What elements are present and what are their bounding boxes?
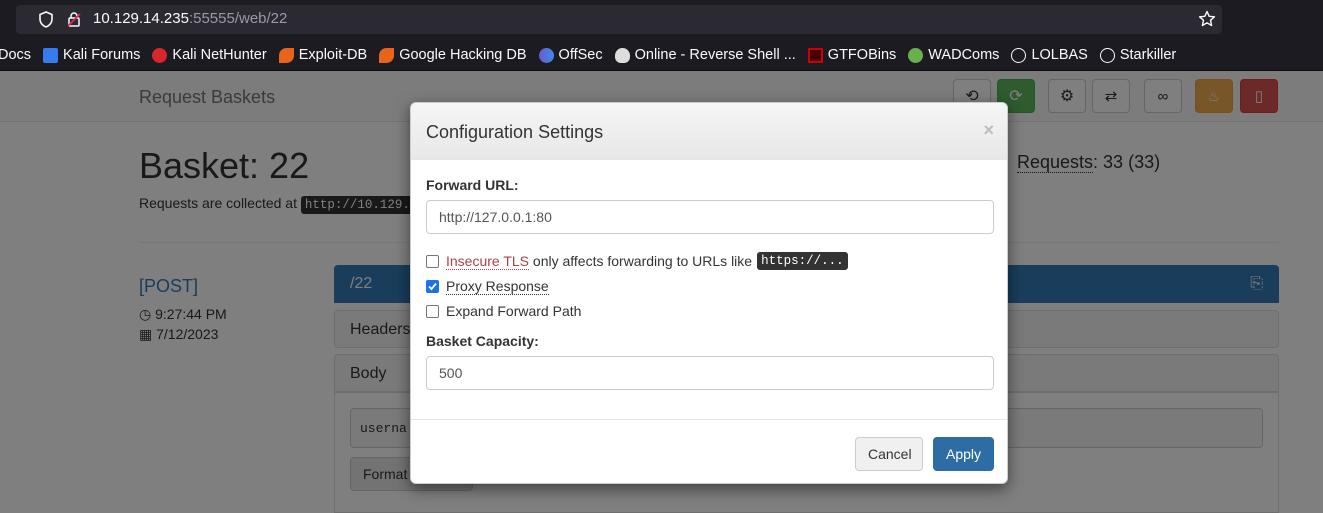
bookmark-label: Starkiller bbox=[1119, 47, 1177, 63]
bookmark-kali-nethunter[interactable]: Kali NetHunter bbox=[152, 47, 267, 63]
bookmark-label: WADComs bbox=[928, 47, 1000, 63]
checkmark-icon bbox=[428, 282, 437, 291]
globe-icon bbox=[1099, 47, 1115, 63]
insecure-tls-desc: only affects forwarding to URLs like bbox=[532, 253, 753, 269]
bookmark-label: Google Hacking DB bbox=[399, 47, 527, 63]
capacity-label: Basket Capacity: bbox=[426, 333, 539, 349]
expand-path-row: Expand Forward Path bbox=[426, 303, 581, 319]
expand-path-label[interactable]: Expand Forward Path bbox=[446, 303, 581, 319]
kali-forums-icon bbox=[43, 47, 59, 63]
bookmark-star-icon[interactable] bbox=[1198, 10, 1216, 28]
offsec-icon bbox=[538, 47, 554, 63]
apply-button[interactable]: Apply bbox=[933, 437, 994, 471]
url-path: :55555/web/22 bbox=[188, 10, 288, 27]
proxy-response-checkbox[interactable] bbox=[426, 280, 439, 293]
bookmark-label: Kali NetHunter bbox=[172, 47, 267, 63]
insecure-tls-row: Insecure TLS only affects forwarding to … bbox=[426, 252, 848, 270]
url-text[interactable]: 10.129.14.235:55555/web/22 bbox=[93, 10, 287, 27]
globe-icon bbox=[1011, 47, 1027, 63]
exploit-db-icon bbox=[278, 47, 294, 63]
bookmark-label: Exploit-DB bbox=[298, 47, 368, 63]
bookmark-kali-forums[interactable]: Kali Forums bbox=[43, 47, 140, 63]
bookmark-lolbas[interactable]: LOLBAS bbox=[1011, 47, 1088, 63]
forward-url-label: Forward URL: bbox=[426, 177, 519, 193]
bookmark-label: OffSec bbox=[558, 47, 603, 63]
gtfobins-icon bbox=[807, 47, 823, 63]
insecure-tls-label[interactable]: Insecure TLS bbox=[446, 253, 530, 270]
close-icon[interactable]: × bbox=[983, 120, 994, 141]
bookmark-reverse-shell[interactable]: Online - Reverse Shell ... bbox=[614, 47, 796, 63]
browser-toolbar: 10.129.14.235:55555/web/22 bbox=[0, 0, 1323, 40]
bookmark-gtfobins[interactable]: GTFOBins bbox=[807, 47, 897, 63]
bookmark-offsec[interactable]: OffSec bbox=[538, 47, 603, 63]
bookmark-label: GTFOBins bbox=[827, 47, 897, 63]
wadcoms-icon bbox=[908, 47, 924, 63]
shield-icon[interactable] bbox=[38, 11, 54, 28]
insecure-lock-icon[interactable] bbox=[66, 11, 82, 28]
bookmark-label: Online - Reverse Shell ... bbox=[634, 47, 796, 63]
bookmark-exploit-db[interactable]: Exploit-DB bbox=[278, 47, 368, 63]
bookmark-label: Docs bbox=[0, 47, 32, 63]
address-bar[interactable]: 10.129.14.235:55555/web/22 bbox=[16, 5, 1222, 34]
capacity-input[interactable] bbox=[426, 356, 994, 390]
google-hacking-db-icon bbox=[379, 47, 395, 63]
modal-footer: Cancel Apply bbox=[411, 419, 1007, 483]
cancel-button[interactable]: Cancel bbox=[855, 437, 923, 471]
proxy-response-row: Proxy Response bbox=[426, 278, 549, 295]
skull-icon bbox=[614, 47, 630, 63]
expand-path-checkbox[interactable] bbox=[426, 304, 439, 318]
insecure-tls-checkbox[interactable] bbox=[426, 254, 439, 268]
bookmark-docs[interactable]: Docs bbox=[0, 47, 31, 63]
bookmarks-bar: Docs Kali Forums Kali NetHunter Exploit-… bbox=[0, 40, 1323, 71]
bookmark-label: LOLBAS bbox=[1031, 47, 1088, 63]
bookmark-label: Kali Forums bbox=[63, 47, 141, 63]
bookmark-wadcoms[interactable]: WADComs bbox=[908, 47, 999, 63]
kali-nethunter-icon bbox=[152, 47, 168, 63]
config-settings-modal: Configuration Settings × Forward URL: In… bbox=[410, 102, 1008, 484]
url-host: 10.129.14.235 bbox=[93, 10, 189, 27]
bookmark-starkiller[interactable]: Starkiller bbox=[1099, 47, 1177, 63]
bookmark-google-hacking-db[interactable]: Google Hacking DB bbox=[379, 47, 527, 63]
insecure-tls-code: https://... bbox=[757, 252, 848, 270]
forward-url-input[interactable] bbox=[426, 200, 994, 234]
proxy-response-label[interactable]: Proxy Response bbox=[446, 278, 549, 295]
modal-title: Configuration Settings bbox=[426, 122, 604, 142]
modal-header: Configuration Settings × bbox=[411, 103, 1007, 160]
